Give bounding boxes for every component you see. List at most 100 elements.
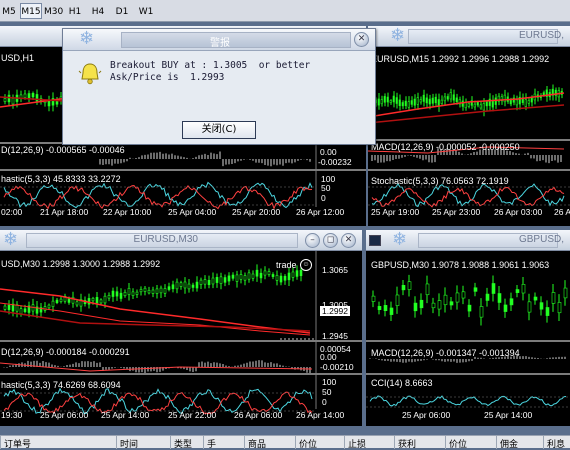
candle-body <box>251 273 255 279</box>
column-divider <box>0 436 1 449</box>
column-header[interactable]: 利息 <box>547 437 565 450</box>
candle-body <box>422 94 425 102</box>
candle-body <box>95 297 99 304</box>
symbol-info: EURUSD,M15 1.2992 1.2996 1.2988 1.2992 <box>371 54 550 64</box>
candle-body <box>7 94 11 103</box>
column-divider <box>496 436 497 449</box>
candle-body <box>485 293 490 301</box>
candle-body <box>99 299 103 304</box>
pane-separator[interactable] <box>368 169 570 171</box>
candle-body <box>115 291 119 297</box>
candle-body <box>425 97 428 104</box>
cci-info: CCI(14) 8.6663 <box>371 378 433 388</box>
tf-w1-button[interactable]: W1 <box>136 3 156 19</box>
date-label: 02:00 <box>1 207 23 217</box>
alert-message-line1: Breakout BUY at : 1.3005 or better <box>110 60 311 71</box>
chart-window-bottom-right[interactable]: ❄ GBPUSD, GBPUSD,M30 1.9078 1.9088 1.906… <box>366 230 570 426</box>
candle-body <box>91 297 95 302</box>
candle-body <box>3 98 7 102</box>
candle-body <box>473 103 476 108</box>
pane-separator[interactable] <box>368 139 570 141</box>
window-title: EURUSD, <box>518 30 564 41</box>
stochastic-info: Stochastic(5,3,3) 76.0563 72.1919 <box>371 176 509 186</box>
pane-separator[interactable] <box>366 340 570 342</box>
candle-body <box>371 295 376 302</box>
chart-canvas[interactable] <box>0 251 362 426</box>
candle-body <box>419 99 422 103</box>
column-divider <box>344 436 345 449</box>
candle-body <box>243 275 247 281</box>
candle-body <box>449 92 452 100</box>
tf-d1-button[interactable]: D1 <box>113 3 131 19</box>
chart-canvas[interactable] <box>366 251 570 426</box>
window-titlebar[interactable]: ❄ GBPUSD, <box>366 230 570 251</box>
minimize-button[interactable]: – <box>305 233 320 248</box>
date-label: 25 Apr 14:00 <box>101 410 150 420</box>
chart-window-bottom-left[interactable]: ❄ EURUSD,M30 – ◻ ✕ USD,M30 1.2998 1.3000… <box>0 230 362 426</box>
candle-body <box>51 300 55 307</box>
column-header[interactable]: 订单号 <box>4 437 31 450</box>
symbol-info: GBPUSD,M30 1.9078 1.9088 1.9061 1.9063 <box>371 260 550 270</box>
candle-body <box>473 287 478 292</box>
candle-body <box>279 275 283 283</box>
candle-body <box>563 287 568 299</box>
candle-body <box>283 275 287 281</box>
candle-body <box>386 96 389 103</box>
column-header[interactable]: 获利 <box>398 437 416 450</box>
close-icon[interactable]: ✕ <box>354 32 369 47</box>
pane-separator[interactable] <box>0 340 362 342</box>
candle-body <box>521 284 526 294</box>
candle-body <box>23 308 27 313</box>
pane-separator[interactable] <box>366 373 570 375</box>
chart-window-top-right[interactable]: ❄ EURUSD, EURUSD,M15 1.2992 1.2996 1.298… <box>368 26 570 226</box>
candle-body <box>503 304 508 312</box>
candle-body <box>231 274 235 279</box>
candle-body <box>485 101 488 107</box>
column-header[interactable]: 价位 <box>449 437 467 450</box>
maximize-button[interactable]: ◻ <box>323 233 338 248</box>
close-button[interactable]: ✕ <box>341 233 356 248</box>
alert-message-line2: Ask/Price is 1.2993 <box>110 72 225 83</box>
candle-body <box>135 291 139 295</box>
candle-body <box>389 100 392 103</box>
pane-separator[interactable] <box>0 373 362 375</box>
candle-body <box>159 287 163 294</box>
candle-body <box>515 289 520 293</box>
close-button[interactable]: 关闭(C) <box>182 121 256 139</box>
candle-body <box>151 289 155 294</box>
candle-body <box>539 302 544 310</box>
alert-titlebar[interactable]: ❄ 警报 ✕ <box>63 29 375 51</box>
column-header[interactable]: 价位 <box>299 437 317 450</box>
date-label: 25 Apr 04:00 <box>168 207 217 217</box>
tf-m30-button[interactable]: M30 <box>43 3 63 19</box>
window-titlebar[interactable]: ❄ EURUSD, <box>368 26 570 47</box>
moving-average <box>0 302 311 336</box>
tf-m5-button[interactable]: M5 <box>0 3 18 19</box>
tf-m15-button[interactable]: M15 <box>20 3 42 19</box>
chart-canvas[interactable] <box>368 47 570 226</box>
tf-h1-button[interactable]: H1 <box>66 3 84 19</box>
date-label: 25 Apr 06:00 <box>40 410 89 420</box>
column-header[interactable]: 类型 <box>174 437 192 450</box>
candle-body <box>175 281 179 290</box>
date-label: 22 Apr 10:00 <box>103 207 152 217</box>
window-titlebar[interactable]: ❄ EURUSD,M30 – ◻ ✕ <box>0 230 362 251</box>
column-header[interactable]: 时间 <box>120 437 138 450</box>
column-header[interactable]: 止损 <box>348 437 366 450</box>
candle-body <box>103 295 107 304</box>
candle-body <box>211 277 215 285</box>
column-header[interactable]: 商品 <box>248 437 266 450</box>
column-divider <box>244 436 245 449</box>
date-label: 21 Apr 18:00 <box>40 207 89 217</box>
macd-axis-label: 0.00 <box>320 147 337 157</box>
candle-body <box>401 285 406 291</box>
column-header[interactable]: 手 <box>207 437 216 450</box>
pane-separator[interactable] <box>0 169 366 171</box>
tf-h4-button[interactable]: H4 <box>89 3 107 19</box>
candle-body <box>440 99 443 104</box>
candle-body <box>395 294 400 306</box>
snowflake-icon: ❄ <box>3 230 19 250</box>
candle-body <box>291 271 295 278</box>
column-header[interactable]: 佣金 <box>500 437 518 450</box>
alert-dialog[interactable]: ❄ 警报 ✕ Breakout BUY at : 1.3005 or bette… <box>62 28 376 145</box>
